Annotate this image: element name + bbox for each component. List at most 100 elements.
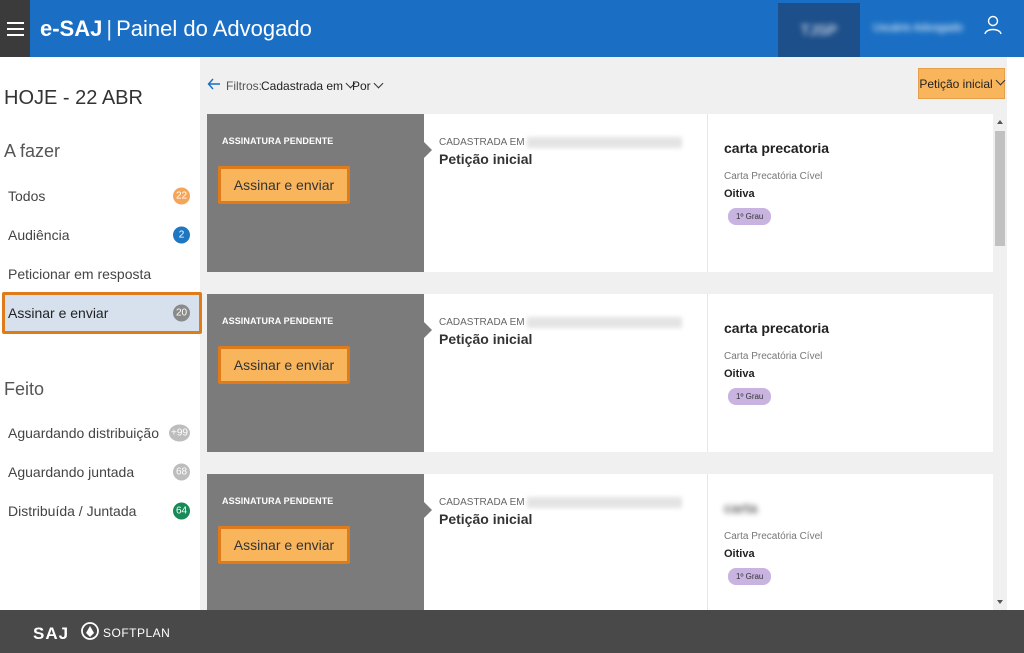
scroll-thumb[interactable] (995, 131, 1005, 246)
status-label: ASSINATURA PENDENTE (222, 496, 334, 506)
petition-card[interactable]: ASSINATURA PENDENTE Assinar e enviar CAD… (207, 294, 993, 452)
registered-info: CADASTRADA EM (439, 317, 682, 328)
degree-badge: 1º Grau (728, 568, 772, 585)
sign-and-send-button[interactable]: Assinar e enviar (218, 526, 350, 564)
subject: Oitiva (724, 368, 755, 380)
count-badge: 68 (173, 463, 190, 481)
registered-date-blurred (526, 497, 682, 508)
petition-type: Petição inicial (439, 151, 533, 167)
sign-and-send-button[interactable]: Assinar e enviar (218, 166, 350, 204)
card-info-panel: CADASTRADA EM Petição inicial (424, 294, 708, 452)
todo-section-title: A fazer (4, 141, 61, 161)
card-info-panel: CADASTRADA EM Petição inicial (424, 474, 708, 610)
sidebar-item-aguardando-distribuicao[interactable]: Aguardando distribuição +99 (2, 413, 202, 453)
brand-subtitle: Painel do Advogado (116, 16, 312, 41)
count-badge: 2 (173, 226, 190, 244)
brand-name: e-SAJ (40, 16, 103, 41)
sidebar-item-distribuida-juntada[interactable]: Distribuída / Juntada 64 (2, 491, 202, 531)
sidebar-item-label: Aguardando juntada (8, 464, 135, 480)
card-info-panel: CADASTRADA EM Petição inicial (424, 114, 708, 272)
list-scrollbar[interactable] (993, 114, 1007, 610)
petition-list: ASSINATURA PENDENTE Assinar e enviar CAD… (200, 114, 993, 610)
sidebar-item-todos[interactable]: Todos 22 (2, 176, 202, 216)
class-name: carta (724, 500, 757, 516)
degree-badge: 1º Grau (728, 208, 772, 225)
sidebar-item-label: Todos (8, 188, 46, 204)
organization-badge: TJSP (778, 3, 860, 57)
class-name: carta precatoria (724, 320, 830, 336)
top-header: e-SAJ | Painel do Advogado TJSP Usuário Ad… (0, 0, 1024, 57)
registered-date-blurred (526, 317, 682, 328)
chevron-down-icon (373, 78, 384, 89)
user-name[interactable]: Usuário Advogado (873, 18, 983, 42)
hamburger-menu-icon[interactable] (0, 0, 30, 57)
petition-type-dropdown[interactable]: Petição inicial (918, 68, 1006, 99)
sign-and-send-button[interactable]: Assinar e enviar (218, 346, 350, 384)
status-label: ASSINATURA PENDENTE (222, 136, 334, 146)
card-status-panel: ASSINATURA PENDENTE Assinar e enviar (207, 114, 432, 272)
sidebar-item-aguardando-juntada[interactable]: Aguardando juntada 68 (2, 452, 202, 492)
petition-card[interactable]: ASSINATURA PENDENTE Assinar e enviar CAD… (207, 474, 993, 610)
registered-label: CADASTRADA EM (439, 137, 525, 149)
sidebar-item-label: Audiência (8, 227, 70, 243)
back-arrow-icon[interactable] (207, 77, 221, 91)
filter-registered-dropdown[interactable]: Cadastrada em (261, 78, 356, 93)
subject: Oitiva (724, 188, 755, 200)
today-date: HOJE - 22 ABR (4, 87, 143, 109)
user-name-text: Usuário Advogado (873, 22, 963, 34)
filter-by-dropdown[interactable]: Por (352, 78, 384, 93)
left-sidebar: HOJE - 22 ABR A fazer Todos 22 Audiência… (0, 57, 202, 610)
count-badge: 64 (173, 502, 190, 520)
done-section-title: Feito (4, 379, 45, 399)
saj-logo: SAJ (33, 624, 70, 643)
sidebar-item-audiencia[interactable]: Audiência 2 (2, 215, 202, 255)
softplan-logo-text: SOFTPLAN (103, 626, 171, 640)
sub-class: Carta Precatória Cível (724, 531, 823, 542)
org-badge-text: TJSP (800, 21, 838, 39)
card-status-panel: ASSINATURA PENDENTE Assinar e enviar (207, 474, 432, 610)
sidebar-item-assinar-e-enviar[interactable]: Assinar e enviar 20 (2, 292, 202, 334)
sidebar-item-label: Aguardando distribuição (8, 425, 159, 441)
registered-label: CADASTRADA EM (439, 317, 525, 329)
petition-type: Petição inicial (439, 331, 533, 347)
footer-bar: SAJ SOFTPLAN (0, 610, 1024, 653)
petition-card[interactable]: ASSINATURA PENDENTE Assinar e enviar CAD… (207, 114, 993, 272)
count-badge: 20 (173, 304, 190, 322)
scroll-up-icon[interactable] (993, 114, 1007, 130)
card-class-panel: carta precatoria Carta Precatória Cível … (709, 294, 993, 452)
registered-info: CADASTRADA EM (439, 497, 682, 508)
right-gutter (1007, 57, 1024, 610)
sidebar-item-label: Distribuída / Juntada (8, 503, 137, 519)
app-title: e-SAJ | Painel do Advogado (40, 17, 312, 41)
petition-type: Petição inicial (439, 511, 533, 527)
user-icon[interactable] (983, 14, 1003, 36)
count-badge: 22 (173, 187, 190, 205)
subject: Oitiva (724, 548, 755, 560)
sidebar-item-label: Assinar e enviar (8, 305, 109, 321)
registered-info: CADASTRADA EM (439, 137, 682, 148)
filter-by-label: Por (352, 79, 371, 93)
chevron-down-icon (995, 75, 1006, 86)
degree-badge: 1º Grau (728, 388, 772, 405)
card-class-panel: carta precatoria Carta Precatória Cível … (709, 114, 993, 272)
scroll-down-icon[interactable] (993, 594, 1007, 610)
petition-type-label: Petição inicial (919, 76, 993, 91)
filters-label: Filtros: (226, 79, 262, 93)
app-window: e-SAJ | Painel do Advogado TJSP Usuário Ad… (0, 0, 1024, 653)
filter-registered-label: Cadastrada em (261, 79, 344, 93)
sidebar-item-peticionar-em-resposta[interactable]: Peticionar em resposta (2, 254, 202, 294)
sub-class: Carta Precatória Cível (724, 171, 823, 182)
brand-separator: | (106, 16, 113, 41)
sub-class: Carta Precatória Cível (724, 351, 823, 362)
sidebar-item-label: Peticionar em resposta (8, 266, 152, 282)
status-label: ASSINATURA PENDENTE (222, 316, 334, 326)
card-class-panel: carta Carta Precatória Cível Oitiva 1º G… (709, 474, 993, 610)
registered-date-blurred (526, 137, 682, 148)
class-name-blurred: carta (724, 500, 758, 516)
class-name: carta precatoria (724, 140, 830, 156)
softplan-logo-icon (81, 622, 99, 640)
filter-toolbar: Filtros: Cadastrada em Por Petição inici… (200, 57, 1024, 114)
count-badge: +99 (169, 424, 190, 442)
registered-label: CADASTRADA EM (439, 497, 525, 509)
card-status-panel: ASSINATURA PENDENTE Assinar e enviar (207, 294, 432, 452)
